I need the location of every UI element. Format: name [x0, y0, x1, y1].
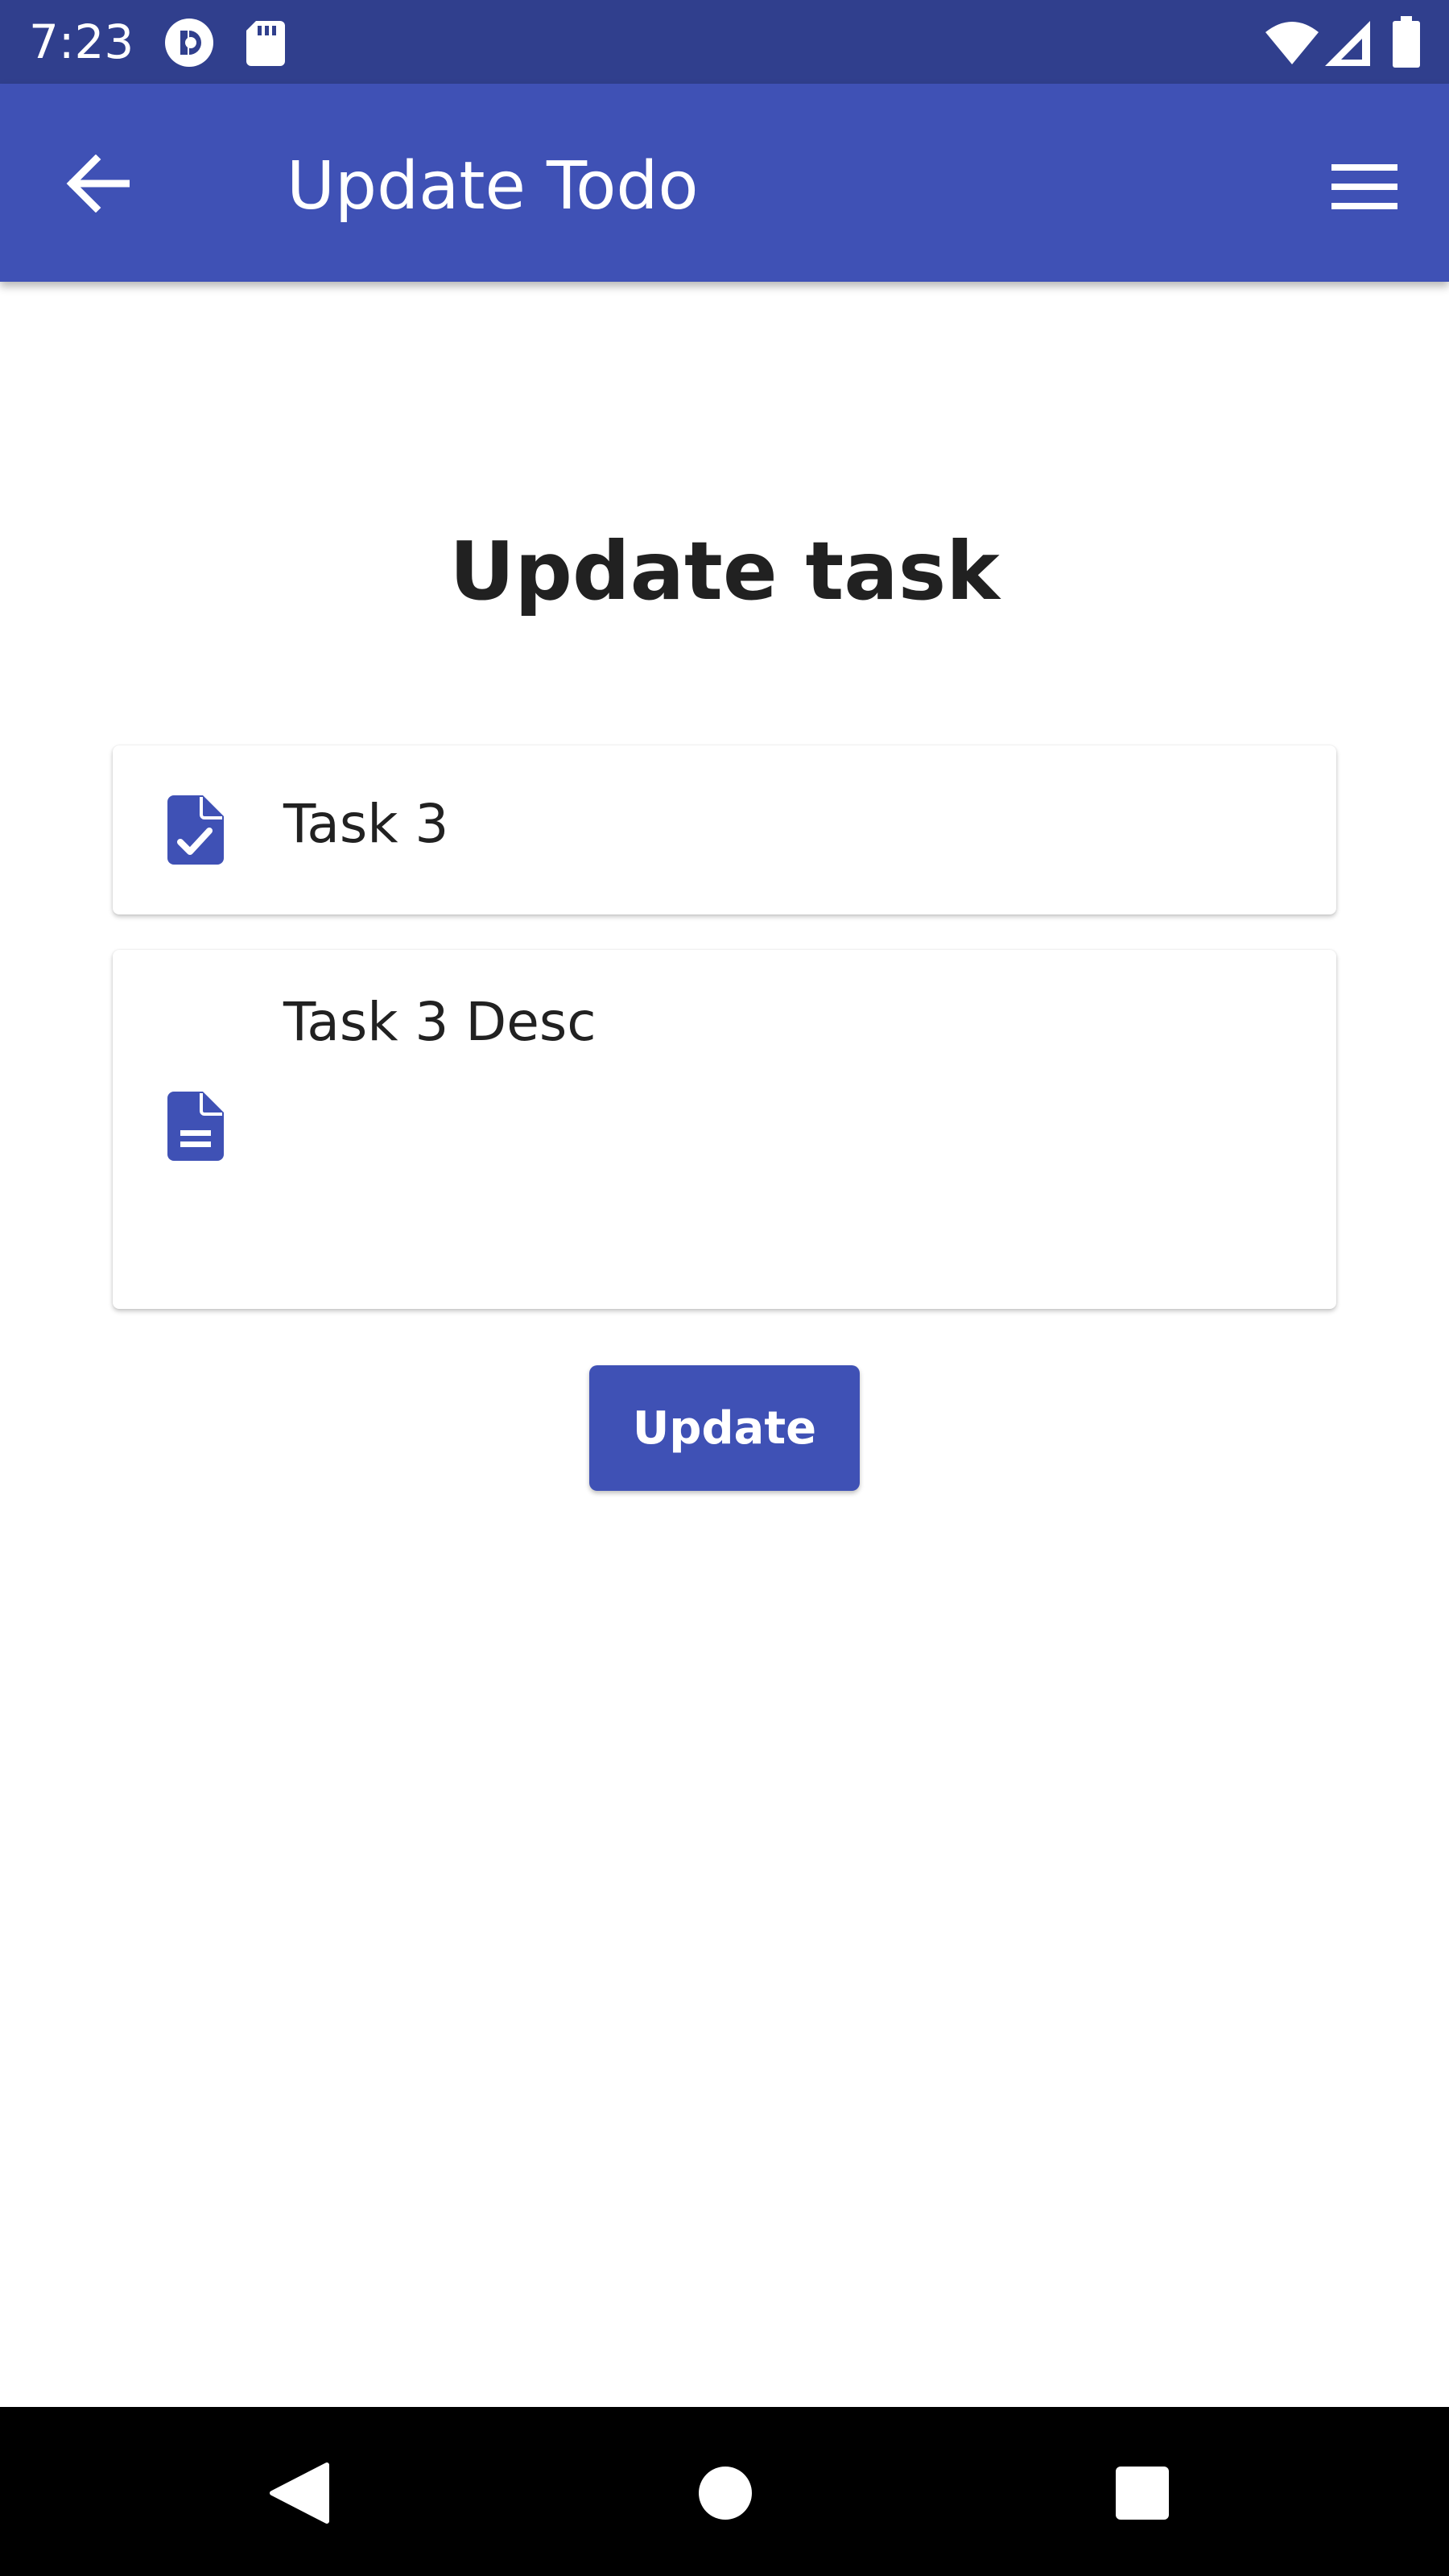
cell-signal-icon: [1325, 21, 1370, 70]
task-check-document-icon: [167, 795, 224, 869]
back-button[interactable]: [53, 145, 142, 225]
home-circle-icon[interactable]: [689, 2457, 762, 2529]
page-heading: Update task: [449, 524, 1000, 618]
menu-button[interactable]: [1312, 148, 1417, 229]
app-bar: Update Todo: [0, 84, 1449, 282]
notification-app-icon: [164, 18, 214, 72]
task-title-input[interactable]: Task 3: [283, 792, 1304, 857]
app-title: Update Todo: [287, 148, 699, 225]
screen: 7:23 Update Todo Update task Task 3 Task…: [0, 0, 1449, 2576]
update-button[interactable]: Update: [589, 1365, 860, 1491]
description-document-icon: [167, 1092, 224, 1165]
recents-square-icon[interactable]: [1106, 2457, 1179, 2529]
system-nav-bar: [0, 2407, 1449, 2576]
sd-card-icon: [246, 21, 285, 70]
status-bar: 7:23: [0, 0, 1449, 84]
hamburger-menu-icon: [1331, 163, 1397, 213]
battery-icon: [1393, 16, 1420, 72]
task-title-card: Task 3: [113, 745, 1336, 914]
status-time: 7:23: [29, 14, 134, 69]
arrow-back-icon: [65, 154, 130, 217]
task-description-input[interactable]: Task 3 Desc: [283, 990, 1304, 1055]
wifi-icon: [1265, 21, 1319, 68]
task-description-card: Task 3 Desc: [113, 950, 1336, 1309]
back-triangle-icon[interactable]: [266, 2457, 338, 2529]
